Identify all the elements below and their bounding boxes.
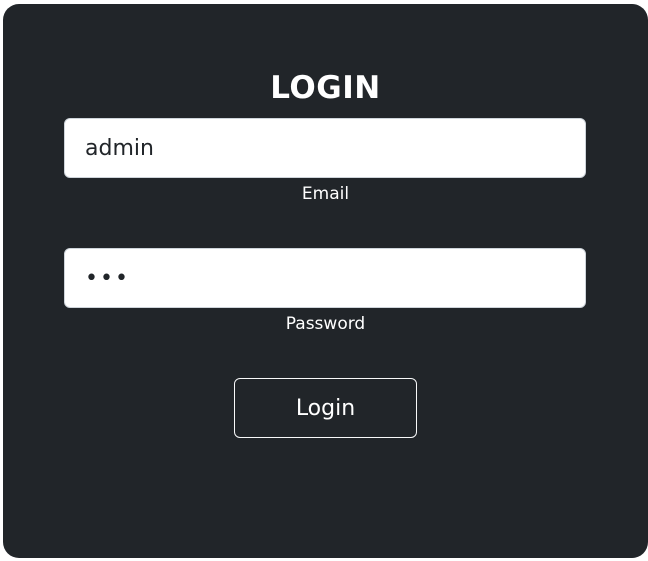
login-title: LOGIN (270, 70, 381, 106)
password-input[interactable] (64, 248, 586, 308)
login-card: LOGIN Email Password Login (3, 4, 648, 558)
email-input[interactable] (64, 118, 586, 178)
email-label: Email (301, 184, 350, 204)
password-label: Password (285, 314, 366, 334)
login-button[interactable]: Login (234, 378, 417, 438)
